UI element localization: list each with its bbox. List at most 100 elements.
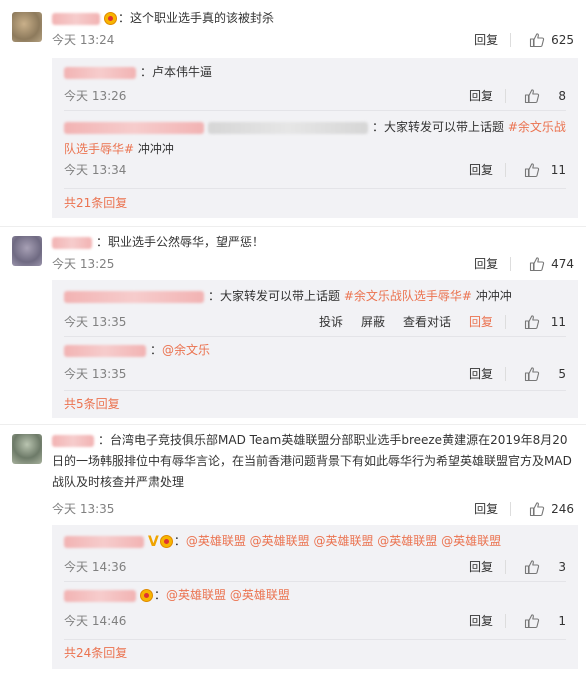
view-more-replies-link[interactable]: 共21条回复 [64, 193, 127, 213]
like-button[interactable]: 3 [524, 557, 566, 577]
avatar[interactable] [12, 434, 42, 464]
avatar[interactable] [12, 236, 42, 266]
reply-text: ：大家转发可以带上话题 [208, 289, 344, 303]
like-button[interactable]: 474 [529, 254, 574, 274]
timestamp: 今天 14:36 [64, 560, 127, 574]
like-button[interactable]: 11 [524, 312, 566, 332]
sub-reply-2: ：@英雄联盟 @英雄联盟 今天 14:46 回复 1 [64, 585, 566, 639]
reply-text: ： [154, 588, 167, 602]
divider [64, 336, 566, 337]
mention-link[interactable]: @英雄联盟 @英雄联盟 @英雄联盟 @英雄联盟 @英雄联盟 [186, 534, 501, 548]
reply-button[interactable]: 回复 [469, 86, 493, 106]
username[interactable] [64, 290, 204, 303]
view-more-replies-link[interactable]: 共24条回复 [64, 643, 127, 663]
reply-button[interactable]: 回复 [474, 254, 498, 274]
reply-text-tail: 冲冲冲 [471, 289, 512, 303]
divider [510, 257, 512, 271]
reply-text: ： [150, 343, 163, 357]
hashtag-link[interactable]: #余文乐战队选手辱华# [344, 289, 472, 303]
timestamp: 今天 14:46 [64, 614, 127, 628]
divider [510, 502, 512, 516]
like-count: 3 [558, 560, 566, 574]
reply-button[interactable]: 回复 [469, 557, 493, 577]
like-button[interactable]: 1 [524, 611, 566, 631]
vip-crown-icon [140, 589, 153, 602]
like-button[interactable]: 625 [529, 30, 574, 50]
mention-link[interactable]: @余文乐 [162, 343, 210, 357]
reply-button[interactable]: 回复 [469, 611, 493, 631]
thumb-up-icon [524, 163, 540, 178]
comment-body: ：职业选手公然辱华，望严惩！ [52, 232, 578, 252]
comment-text: ：台湾电子竞技俱乐部MAD Team英雄联盟分部职业选手breeze黄建源在20… [52, 433, 572, 489]
vip-crown-icon [104, 12, 117, 25]
comment-2: ：职业选手公然辱华，望严惩！ 今天 13:25 回复 474 ：大家转发可以带上… [0, 226, 586, 422]
reply-button[interactable]: 回复 [474, 30, 498, 50]
mention-blurred[interactable] [208, 121, 368, 134]
reply-text-line: ：大家转发可以带上话题 #余文乐战队选手辱华# 冲冲冲 [64, 286, 566, 306]
avatar[interactable] [12, 12, 42, 42]
view-conversation-button[interactable]: 查看对话 [403, 312, 451, 332]
reply-button[interactable]: 回复 [474, 499, 498, 519]
username[interactable] [52, 12, 100, 25]
thumb-up-icon [530, 502, 545, 517]
comment-text: ：这个职业选手真的该被封杀 [118, 11, 275, 25]
timestamp: 今天 13:35 [52, 502, 115, 516]
reply-button[interactable]: 回复 [469, 312, 493, 332]
comment-body: ：台湾电子竞技俱乐部MAD Team英雄联盟分部职业选手breeze黄建源在20… [52, 430, 578, 493]
like-count: 246 [551, 502, 574, 516]
reply-meta: 今天 13:35 投诉 屏蔽 查看对话 回复 11 [64, 312, 566, 332]
divider [64, 639, 566, 640]
block-button[interactable]: 屏蔽 [361, 312, 385, 332]
reply-text-tail: 冲冲冲 [134, 142, 174, 156]
sub-reply-1: V ：@英雄联盟 @英雄联盟 @英雄联盟 @英雄联盟 @英雄联盟 今天 14:36… [64, 531, 566, 583]
username[interactable] [64, 121, 204, 134]
thumb-up-icon [530, 257, 545, 272]
sub-reply-2: ：@余文乐 今天 13:35 回复 5 [64, 340, 566, 390]
comment-text: ：职业选手公然辱华，望严惩！ [96, 235, 265, 249]
like-count: 625 [551, 33, 574, 47]
thumb-up-icon [524, 367, 540, 382]
divider [505, 315, 506, 329]
comment-meta: 今天 13:25 回复 474 [52, 254, 574, 274]
reply-thread: V ：@英雄联盟 @英雄联盟 @英雄联盟 @英雄联盟 @英雄联盟 今天 14:36… [52, 525, 578, 669]
mention-link[interactable]: @英雄联盟 @英雄联盟 [166, 588, 290, 602]
reply-button[interactable]: 回复 [469, 160, 493, 180]
like-button[interactable]: 5 [524, 364, 566, 384]
verified-v-icon: V [148, 533, 159, 550]
username[interactable] [64, 535, 144, 548]
timestamp: 今天 13:35 [64, 367, 127, 381]
reply-text-line: ：大家转发可以带上话题 #余文乐战队选手辱华# 冲冲冲 [64, 116, 566, 160]
reply-text: ：卢本伟牛逼 [140, 65, 213, 79]
like-button[interactable]: 8 [524, 86, 566, 106]
timestamp: 今天 13:34 [64, 163, 127, 177]
reply-text-line: ：卢本伟牛逼 [64, 62, 566, 82]
view-more-replies-link[interactable]: 共5条回复 [64, 394, 120, 414]
username[interactable] [64, 344, 146, 357]
username[interactable] [64, 66, 136, 79]
divider [505, 163, 506, 177]
thumb-up-icon [524, 560, 540, 575]
reply-text: ：大家转发可以带上话题 [372, 120, 508, 134]
comment-meta: 今天 13:24 回复 625 [52, 30, 574, 50]
thumb-up-icon [524, 614, 540, 629]
like-button[interactable]: 246 [529, 499, 574, 519]
comment-3: ：台湾电子竞技俱乐部MAD Team英雄联盟分部职业选手breeze黄建源在20… [0, 424, 586, 673]
divider [505, 560, 506, 574]
username[interactable] [64, 589, 136, 602]
reply-thread: ：卢本伟牛逼 今天 13:26 回复 8 ：大家转发可以带上话题 #余文乐战队选… [52, 58, 578, 218]
like-button[interactable]: 11 [524, 160, 566, 180]
comment-text-line: ：台湾电子竞技俱乐部MAD Team英雄联盟分部职业选手breeze黄建源在20… [52, 430, 578, 493]
report-button[interactable]: 投诉 [319, 312, 343, 332]
username[interactable] [52, 236, 92, 249]
reply-text: ： [173, 534, 186, 548]
divider [64, 581, 566, 582]
username[interactable] [52, 434, 94, 447]
thumb-up-icon [524, 315, 540, 330]
divider [64, 390, 566, 391]
reply-meta: 今天 13:35 回复 5 [64, 364, 566, 384]
divider [510, 33, 512, 47]
reply-button[interactable]: 回复 [469, 364, 493, 384]
reply-thread: ：大家转发可以带上话题 #余文乐战队选手辱华# 冲冲冲 今天 13:35 投诉 … [52, 280, 578, 418]
thumb-up-icon [524, 89, 540, 104]
thumb-up-icon [530, 33, 545, 48]
